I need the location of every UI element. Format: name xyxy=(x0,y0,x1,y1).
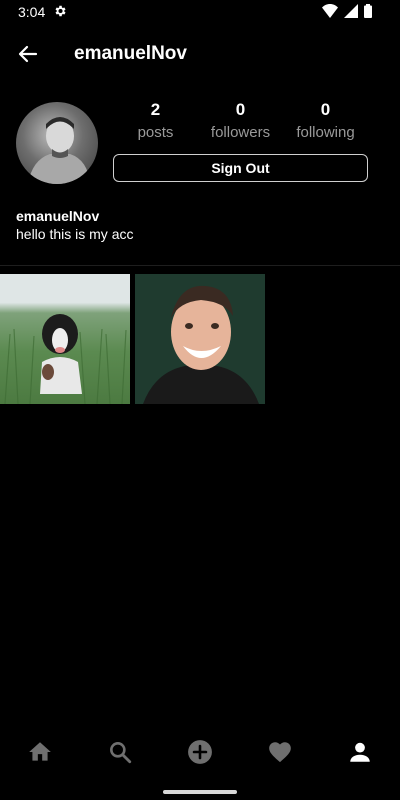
nav-home[interactable] xyxy=(26,738,54,766)
nav-profile[interactable] xyxy=(346,738,374,766)
wifi-icon xyxy=(322,4,338,18)
settings-gear-icon xyxy=(55,5,66,17)
avatar[interactable] xyxy=(16,102,98,184)
status-time: 3:04 xyxy=(18,4,46,20)
followers-label: followers xyxy=(210,124,271,141)
followers-count: 0 xyxy=(235,100,246,119)
stat-posts[interactable]: 2 posts xyxy=(113,98,198,141)
posts-count: 2 xyxy=(150,100,161,119)
home-indicator[interactable] xyxy=(163,790,237,794)
profile-icon xyxy=(350,742,370,762)
nav-activity[interactable] xyxy=(266,738,294,766)
page-title: emanuelNov xyxy=(74,43,187,64)
back-arrow-icon[interactable] xyxy=(16,42,40,66)
nav-search[interactable] xyxy=(106,738,134,766)
post-thumbnail-dog[interactable] xyxy=(0,274,130,404)
following-count: 0 xyxy=(320,100,331,119)
dog-in-field-photo xyxy=(4,314,127,404)
search-icon xyxy=(110,742,132,764)
nav-add-post[interactable] xyxy=(186,738,214,766)
profile-stats: 2 posts 0 followers 0 following xyxy=(113,98,368,141)
stat-followers[interactable]: 0 followers xyxy=(198,98,283,141)
avatar-portrait-image xyxy=(28,117,90,184)
post-thumbnail-man[interactable] xyxy=(135,274,265,404)
following-label: following xyxy=(296,124,355,141)
battery-icon xyxy=(364,4,372,18)
add-post-icon xyxy=(188,740,212,764)
signal-icon xyxy=(344,4,358,18)
stat-following[interactable]: 0 following xyxy=(283,98,368,141)
smiling-man-photo xyxy=(135,274,265,404)
home-icon xyxy=(29,742,51,761)
status-icons xyxy=(322,4,372,18)
profile-username: emanuelNov xyxy=(16,208,100,224)
divider xyxy=(0,265,400,266)
top-app-bar: emanuelNov xyxy=(0,34,400,74)
heart-icon xyxy=(269,742,291,763)
posts-label: posts xyxy=(137,124,174,141)
profile-bio: hello this is my acc xyxy=(16,226,134,242)
status-bar: 3:04 xyxy=(0,0,400,26)
profile-header: 2 posts 0 followers 0 following Sign Out xyxy=(0,100,400,192)
bottom-navigation xyxy=(0,734,400,770)
sign-out-button[interactable]: Sign Out xyxy=(113,154,368,182)
posts-grid xyxy=(0,274,400,404)
